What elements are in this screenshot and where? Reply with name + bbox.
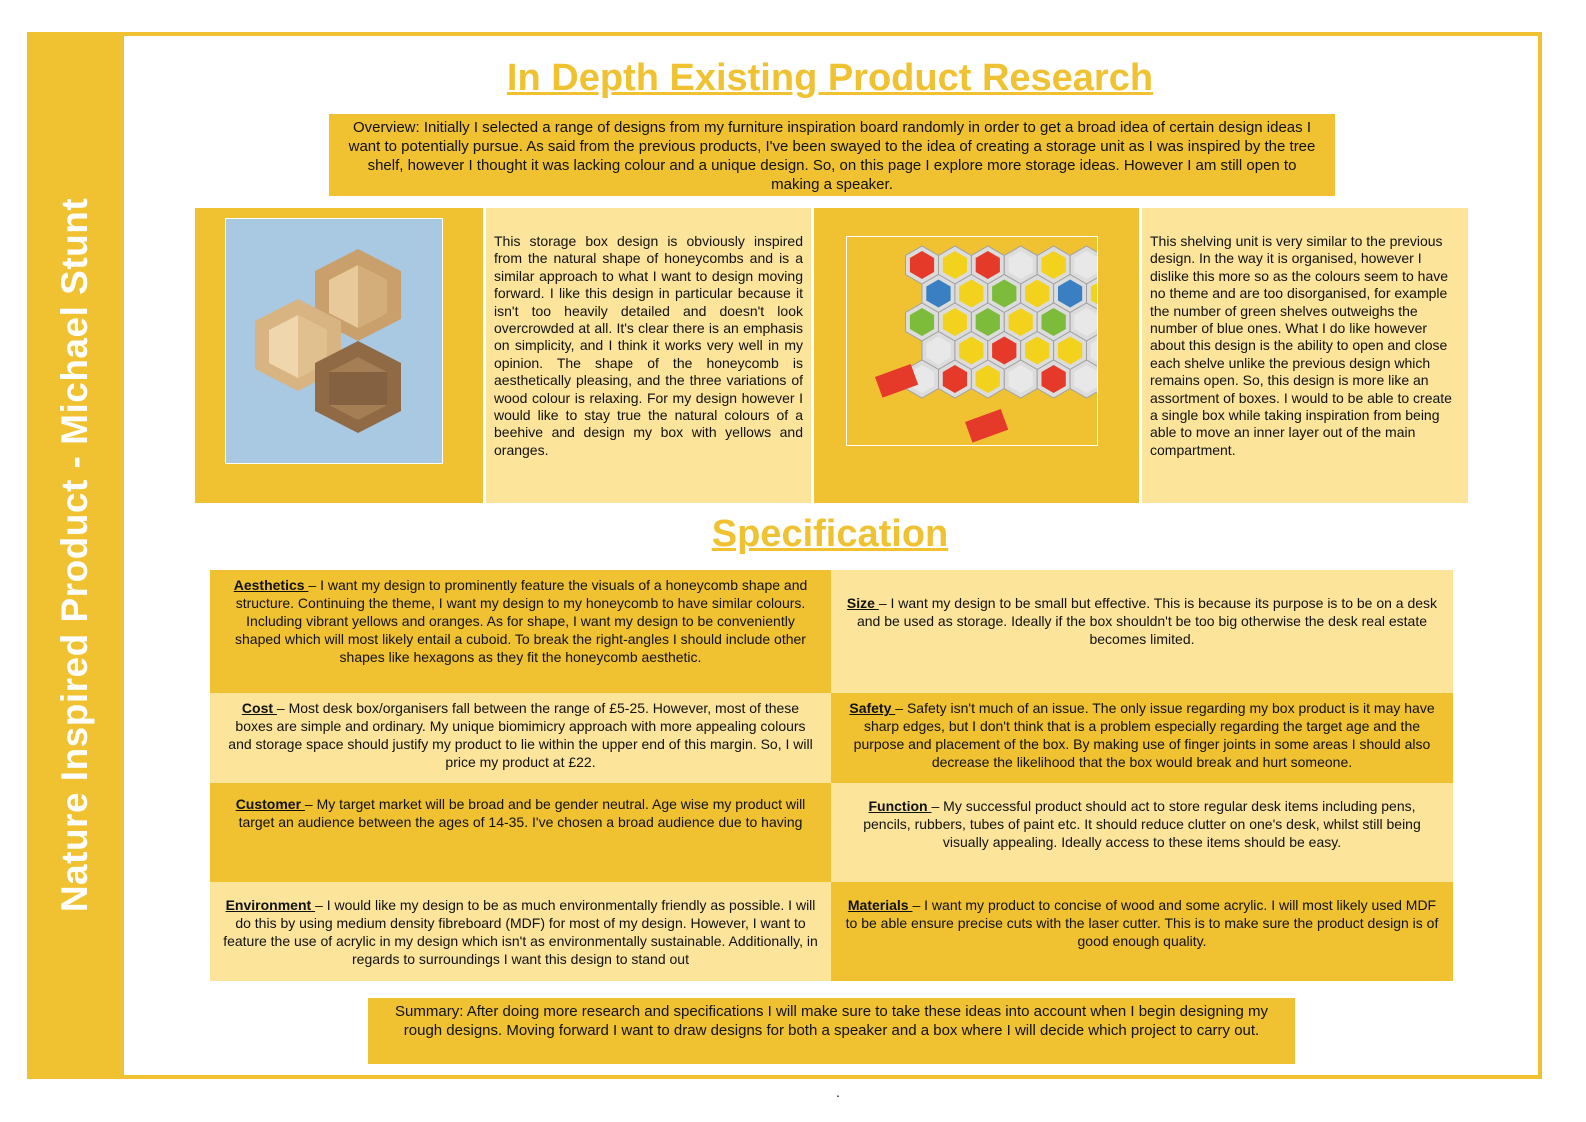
product1-description: This storage box design is obviously ins… [494,233,803,458]
spec-environment: Environment – I would like my design to … [210,882,831,981]
spec-text: – I want my product to concise of wood a… [845,897,1439,949]
spec-label: Materials [847,897,913,913]
spec-safety: Safety – Safety isn't much of an issue. … [831,693,1453,783]
spec-label: Environment [225,897,316,913]
wooden-hexagon-shelves-image [225,218,443,464]
product2-description: This shelving unit is very similar to th… [1150,233,1452,458]
spec-text: – I want my design to prominently featur… [235,577,808,665]
product1-text-panel: This storage box design is obviously ins… [486,208,811,503]
spec-cost: Cost – Most desk box/organisers fall bet… [210,693,831,783]
spec-label: Size [846,595,879,611]
spec-label: Function [868,798,932,814]
product1-image-panel [195,208,483,503]
colourful-hexagon-shelving-image [846,236,1098,446]
spec-function: Function – My successful product should … [831,783,1453,882]
spec-label: Customer [235,796,305,812]
spec-label: Cost [241,700,277,716]
sidebar-title: Nature Inspired Product - Michael Stunt [54,197,95,913]
spec-text: – Most desk box/organisers fall between … [228,700,813,770]
spec-text: – Safety isn't much of an issue. The onl… [853,700,1435,770]
footer-mark: . [836,1084,840,1100]
product2-text-panel: This shelving unit is very similar to th… [1142,208,1468,503]
page-title: In Depth Existing Product Research [506,57,1154,99]
drawer-box [965,409,1009,443]
spec-text: – My successful product should act to st… [863,798,1421,850]
product2-image-panel [814,208,1139,503]
overview-box: Overview: Initially I selected a range o… [329,114,1335,196]
spec-text: – I want my design to be small but effec… [856,595,1438,647]
spec-customer: Customer – My target market will be broa… [210,783,831,882]
spec-label: Aesthetics [233,577,309,593]
specification-title: Specification [711,513,949,555]
spec-materials: Materials – I want my product to concise… [831,882,1453,981]
spec-aesthetics: Aesthetics – I want my design to promine… [210,570,831,693]
summary-box: Summary: After doing more research and s… [368,998,1295,1064]
spec-size: Size – I want my design to be small but … [831,570,1453,693]
spec-text: – My target market will be broad and be … [238,796,806,830]
spec-label: Safety [849,700,896,716]
